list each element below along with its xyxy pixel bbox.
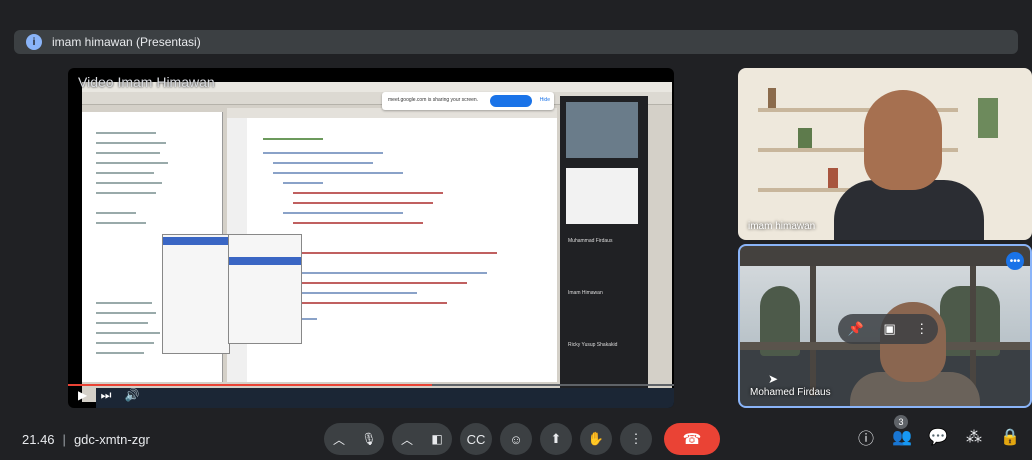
participants-count: 3 [894,415,908,429]
more-vert-icon[interactable]: ⋮ [620,423,652,455]
more-vert-icon[interactable]: ⋮ [915,321,928,337]
end-call-icon[interactable]: ☎ [664,423,720,455]
captions-icon[interactable]: CC [460,423,492,455]
participant-tile-imam[interactable]: imam himawan [738,68,1032,240]
side-controls: ⓘ 👥 3 💬 ⁂ 🔒 [848,415,1028,449]
stop-sharing-button[interactable] [490,95,532,107]
chat-icon[interactable]: 💬 [920,427,956,447]
participant-name: imam himawan [748,221,816,232]
meeting-info: 21.46 | gdc-xmtn-zgr [22,432,150,447]
present-icon[interactable]: ⬆ [540,423,572,455]
presenter-avatar: i [26,34,42,50]
camera-control[interactable]: ︿ ◧ [392,423,452,455]
next-icon[interactable]: ⏭ [101,388,112,403]
pin-icon[interactable]: 📌 [848,321,864,337]
microphone-icon[interactable]: 🎙 [354,423,384,455]
raise-hand-icon[interactable]: ✋ [580,423,612,455]
video-progress-bar[interactable] [68,384,674,386]
mini-camera-1 [566,102,638,158]
play-icon[interactable]: ▶ [78,388,87,402]
hide-button[interactable]: Hide [540,97,550,103]
mic-control[interactable]: ︿ 🎙 [324,423,384,455]
shared-screen-ide: meet.google.com is sharing your screen. … [82,82,674,408]
shared-participant-list: Muhammad Firdaus Imam Himawan Ricky Yusu… [560,96,648,396]
participant-video-face [864,90,942,190]
mini-camera-2 [566,168,638,224]
tile-hover-controls: 📌 ▣ ⋮ [838,314,938,344]
participant-name: Mohamed Firdaus [750,387,831,398]
presenter-title: imam himawan (Presentasi) [52,35,201,49]
video-controls: ▶ ⏭ 🔊 [78,388,150,403]
presenter-bar: i imam himawan (Presentasi) [14,30,1018,54]
windows-taskbar [96,388,674,408]
meeting-code: gdc-xmtn-zgr [73,432,150,447]
presentation-title: Video Imam Himawan [78,74,215,90]
info-icon[interactable]: ⓘ [848,425,884,449]
volume-icon[interactable]: 🔊 [125,388,140,402]
host-controls-icon[interactable]: 🔒 [992,427,1028,447]
tile-more-icon[interactable]: ••• [1006,252,1024,270]
camera-icon[interactable]: ◧ [422,423,452,455]
chevron-up-icon[interactable]: ︿ [324,423,354,455]
context-submenu [228,234,302,344]
call-controls: ︿ 🎙 ︿ ◧ CC ☺ ⬆ ✋ ⋮ ☎ [324,423,720,455]
participant-tile-firdaus[interactable]: 📌 ▣ ⋮ ••• ➤ Mohamed Firdaus [738,244,1032,408]
activities-icon[interactable]: ⁂ [956,427,992,447]
screen-share-notice: meet.google.com is sharing your screen. … [382,92,554,110]
presentation-tile[interactable]: meet.google.com is sharing your screen. … [68,68,674,408]
people-icon[interactable]: 👥 3 [884,415,920,447]
context-menu [162,234,230,354]
current-time: 21.46 [22,432,55,447]
mouse-cursor-icon: ➤ [768,372,779,386]
chevron-up-icon[interactable]: ︿ [392,423,422,455]
frame-icon[interactable]: ▣ [883,321,895,337]
emoji-icon[interactable]: ☺ [500,423,532,455]
